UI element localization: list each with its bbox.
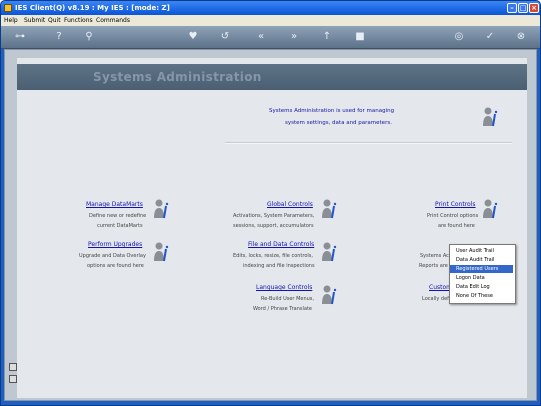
manage-datamarts-user-icon[interactable] bbox=[151, 198, 173, 220]
ok-icon[interactable]: ✓ bbox=[484, 31, 496, 43]
side-button-2[interactable] bbox=[9, 375, 17, 383]
global-controls-desc-1: Activations, System Parameters, bbox=[233, 213, 315, 219]
perform-upgrades-user-icon[interactable] bbox=[151, 241, 173, 263]
file-data-controls-link[interactable]: File and Data Controls bbox=[248, 241, 314, 248]
print-controls-link[interactable]: Print Controls bbox=[435, 201, 476, 208]
heart-icon[interactable]: ♥ bbox=[187, 31, 199, 43]
side-button-1[interactable] bbox=[9, 363, 17, 371]
file-data-controls-desc-2: indexing and file inspections bbox=[243, 263, 315, 269]
up-icon[interactable]: ↑ bbox=[321, 31, 333, 43]
customization-desc-1: Locally defi bbox=[422, 296, 451, 302]
systems-audit-desc-2: Reports are bbox=[419, 263, 448, 269]
global-controls-link[interactable]: Global Controls bbox=[267, 201, 313, 208]
back-icon[interactable]: ↺ bbox=[219, 31, 231, 43]
manage-datamarts-desc-1: Define new or redefine bbox=[89, 213, 147, 219]
perform-upgrades-desc-2: options are found here bbox=[87, 263, 144, 269]
refresh-icon[interactable]: ◎ bbox=[453, 31, 465, 43]
key-icon[interactable]: ⊶ bbox=[9, 31, 31, 43]
divider bbox=[225, 142, 512, 144]
forward-icon[interactable]: » bbox=[288, 31, 300, 43]
user-audit-popup-menu: User Audit Trail Data Audit Trail Regist… bbox=[449, 244, 516, 304]
popup-item-none-of-these[interactable]: None Of These bbox=[450, 292, 513, 300]
global-controls-user-icon[interactable] bbox=[319, 198, 341, 220]
menu-commands[interactable]: Commands bbox=[96, 15, 130, 26]
title-bar: IES Client(Q) v8.19 : My IES : [mode: Z]… bbox=[1, 1, 540, 15]
main-panel: Systems Administration Systems Administr… bbox=[17, 58, 527, 398]
window-title: IES Client(Q) v8.19 : My IES : [mode: Z] bbox=[15, 4, 170, 12]
menu-help[interactable]: Help bbox=[4, 15, 18, 26]
file-data-controls-user-icon[interactable] bbox=[319, 241, 341, 263]
language-controls-link[interactable]: Language Controls bbox=[256, 284, 312, 291]
info-line-1: Systems Administration is used for manag… bbox=[269, 108, 395, 114]
app-window: IES Client(Q) v8.19 : My IES : [mode: Z]… bbox=[0, 0, 541, 406]
page-banner: Systems Administration bbox=[17, 64, 527, 90]
language-controls-desc-1: Re-Build User Menus, bbox=[261, 296, 315, 302]
maximize-button[interactable]: □ bbox=[518, 3, 528, 13]
file-data-controls-desc-1: Edits, locks, resize, file controls, bbox=[233, 253, 313, 259]
menu-quit[interactable]: Quit bbox=[48, 15, 61, 26]
perform-upgrades-link[interactable]: Perform Upgrades bbox=[88, 241, 142, 248]
info-user-icon bbox=[483, 107, 498, 127]
toolbar: ⊶ ? ⚲ ♥ ↺ « » ↑ ■ ◎ ✓ ⊗ bbox=[1, 26, 540, 49]
language-controls-user-icon[interactable] bbox=[319, 284, 341, 306]
search-icon[interactable]: ⚲ bbox=[83, 31, 95, 43]
info-line-2: system settings, data and parameters. bbox=[285, 120, 392, 126]
help-icon[interactable]: ? bbox=[53, 31, 65, 43]
perform-upgrades-desc-1: Upgrade and Data Overlay bbox=[79, 253, 146, 259]
stop-icon[interactable]: ■ bbox=[354, 31, 366, 43]
popup-item-data-audit-trail[interactable]: Data Audit Trail bbox=[450, 256, 513, 264]
content-area: Systems Administration Systems Administr… bbox=[4, 49, 537, 401]
manage-datamarts-link[interactable]: Manage DataMarts bbox=[86, 201, 143, 208]
page-title: Systems Administration bbox=[93, 70, 262, 84]
close-icon[interactable]: ⊗ bbox=[515, 31, 527, 43]
popup-item-data-edit-log[interactable]: Data Edit Log bbox=[450, 283, 513, 291]
popup-item-user-audit-trail[interactable]: User Audit Trail bbox=[450, 247, 513, 255]
print-controls-desc-1: Print Control options bbox=[427, 213, 479, 219]
menu-bar: Help Submit Quit Functions Commands bbox=[1, 15, 540, 26]
language-controls-desc-2: Word / Phrase Translate bbox=[253, 306, 312, 312]
manage-datamarts-desc-2: current DataMarts bbox=[97, 223, 143, 229]
global-controls-desc-2: sessions, support, accumulators bbox=[233, 223, 314, 229]
app-icon bbox=[4, 4, 12, 12]
systems-audit-desc-1: Systems Ac bbox=[420, 253, 449, 259]
menu-submit[interactable]: Submit bbox=[24, 15, 45, 26]
print-controls-desc-2: are found here bbox=[438, 223, 475, 229]
popup-item-registered-users[interactable]: Registered Users bbox=[450, 265, 513, 273]
popup-item-logon-data[interactable]: Logon Data bbox=[450, 274, 513, 282]
minimize-button[interactable]: – bbox=[507, 3, 517, 13]
menu-functions[interactable]: Functions bbox=[64, 15, 93, 26]
print-controls-user-icon[interactable] bbox=[480, 198, 502, 220]
close-button[interactable]: × bbox=[529, 3, 539, 13]
rewind-icon[interactable]: « bbox=[255, 31, 267, 43]
